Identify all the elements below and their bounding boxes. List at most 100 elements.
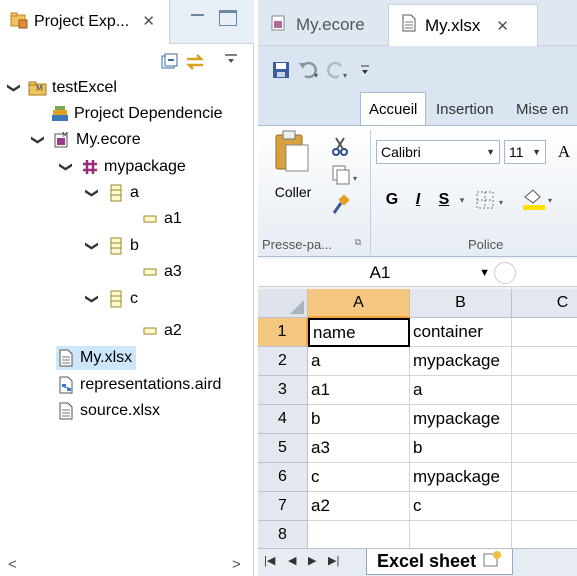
cell-c5[interactable] [512, 434, 577, 463]
tree-item-label: c [130, 290, 138, 307]
cell-a2[interactable]: a [308, 347, 410, 376]
cell-b8[interactable] [410, 521, 512, 550]
cell-a3[interactable]: a1 [308, 376, 410, 405]
ribbon-tab-insertion[interactable]: Insertion [428, 92, 502, 126]
tree-item-representations-aird[interactable]: representations.aird [56, 373, 221, 397]
tree-item-source-xlsx[interactable]: source.xlsx [56, 399, 160, 423]
chevron-down-icon[interactable]: ❯ [84, 185, 100, 201]
cell-b7[interactable]: c [410, 492, 512, 521]
tree-item-attr-a3[interactable]: a3 [140, 260, 182, 284]
tree-item-attr-a2[interactable]: a2 [140, 319, 182, 343]
ribbon-tab-mise-en-page[interactable]: Mise en [508, 92, 577, 126]
column-header-c[interactable]: C [512, 289, 577, 318]
dialog-launcher-icon[interactable]: ⧉ [352, 236, 364, 248]
tree-item-mypackage[interactable]: ❯ mypackage [58, 155, 186, 179]
close-icon[interactable]: ✕ [142, 12, 155, 30]
collapse-all-icon[interactable] [160, 52, 180, 72]
maximize-button[interactable] [219, 10, 237, 26]
copy-icon[interactable]: ▾ [328, 164, 364, 186]
chevron-down-icon[interactable]: ❯ [6, 80, 22, 96]
cell-c3[interactable] [512, 376, 577, 405]
tree-item-class-a[interactable]: ❯ a [84, 181, 139, 205]
link-with-editor-icon[interactable] [184, 52, 205, 72]
column-header-b[interactable]: B [410, 289, 512, 318]
tree-item-class-c[interactable]: ❯ c [84, 287, 138, 311]
horizontal-scrollbar[interactable]: < > [0, 554, 254, 576]
select-all-button[interactable] [258, 289, 308, 318]
row-header[interactable]: 5 [258, 434, 308, 463]
font-name-select[interactable]: Calibri ▼ [376, 140, 500, 164]
cell-a8[interactable] [308, 521, 410, 550]
name-box[interactable]: A1 ▼ [264, 261, 496, 285]
project-explorer-tab[interactable]: Project Exp... ✕ [0, 0, 170, 44]
cell-a6[interactable]: c [308, 463, 410, 492]
cell-c6[interactable] [512, 463, 577, 492]
cell-b1[interactable]: container [410, 318, 512, 347]
paste-icon[interactable] [272, 128, 314, 176]
cell-b2[interactable]: mypackage [410, 347, 512, 376]
close-icon[interactable]: ✕ [496, 17, 509, 35]
scroll-right-icon[interactable]: > [232, 556, 241, 573]
cell-c7[interactable] [512, 492, 577, 521]
cell-a4[interactable]: b [308, 405, 410, 434]
chevron-down-icon[interactable]: ❯ [58, 159, 74, 175]
cut-icon[interactable] [328, 136, 352, 158]
formula-bar-handle[interactable] [494, 262, 516, 284]
chevron-down-icon[interactable]: ▾ [456, 188, 468, 212]
column-header-a[interactable]: A [308, 289, 410, 318]
row-header[interactable]: 7 [258, 492, 308, 521]
tree-item-my-xlsx[interactable]: My.xlsx [56, 346, 137, 370]
prev-sheet-icon[interactable]: ◀ [288, 554, 296, 567]
chevron-down-icon[interactable]: ❯ [84, 238, 100, 254]
editor-tab-my-xlsx[interactable]: My.xlsx ✕ [388, 4, 538, 46]
customize-toolbar-icon[interactable] [352, 58, 378, 82]
row-header[interactable]: 6 [258, 463, 308, 492]
tree-item-testexcel[interactable]: ❯ M testExcel [6, 76, 117, 100]
font-size-select[interactable]: 11 ▼ [504, 140, 546, 164]
cell-c2[interactable] [512, 347, 577, 376]
row-header[interactable]: 8 [258, 521, 308, 550]
tree-item-label: a1 [164, 210, 182, 227]
italic-button[interactable]: I [408, 188, 428, 212]
grow-font-icon[interactable]: A [552, 140, 576, 164]
tree-item-project-dependencies[interactable]: Project Dependencie [50, 102, 223, 126]
cell-b5[interactable]: b [410, 434, 512, 463]
underline-button[interactable]: S [434, 188, 454, 212]
first-sheet-icon[interactable]: |◀ [264, 554, 275, 567]
redo-icon[interactable]: ▾ [324, 58, 350, 82]
cell-a7[interactable]: a2 [308, 492, 410, 521]
editor-tab-my-ecore[interactable]: My.ecore [258, 4, 388, 46]
borders-icon[interactable]: ▾ [474, 188, 510, 212]
scroll-left-icon[interactable]: < [8, 556, 17, 573]
row-header[interactable]: 1 [258, 318, 308, 347]
last-sheet-icon[interactable]: ▶| [328, 554, 339, 567]
tree-item-attr-a1[interactable]: a1 [140, 207, 182, 231]
bold-button[interactable]: G [382, 188, 402, 212]
view-menu-icon[interactable] [224, 52, 244, 72]
sheet-tab-excel-sheet[interactable]: Excel sheet [366, 549, 514, 575]
format-painter-icon[interactable] [328, 194, 352, 216]
minimize-button[interactable] [189, 10, 207, 26]
row-header[interactable]: 2 [258, 347, 308, 376]
cell-b6[interactable]: mypackage [410, 463, 512, 492]
tree-item-my-ecore[interactable]: ❯ M My.ecore [30, 128, 141, 152]
save-icon[interactable] [268, 58, 294, 82]
cell-a1[interactable]: name [308, 318, 410, 347]
tree-item-class-b[interactable]: ❯ b [84, 234, 139, 258]
next-sheet-icon[interactable]: ▶ [308, 554, 316, 567]
cell-b3[interactable]: a [410, 376, 512, 405]
row-header[interactable]: 4 [258, 405, 308, 434]
chevron-down-icon[interactable]: ❯ [30, 132, 46, 148]
fill-color-icon[interactable]: ▾ [520, 186, 560, 212]
ribbon-tab-accueil[interactable]: Accueil [360, 92, 427, 126]
cell-c8[interactable] [512, 521, 577, 550]
row-header[interactable]: 3 [258, 376, 308, 405]
cell-c4[interactable] [512, 405, 577, 434]
paste-button[interactable]: Coller [266, 182, 320, 202]
new-sheet-icon[interactable] [482, 550, 502, 573]
cell-a5[interactable]: a3 [308, 434, 410, 463]
cell-b4[interactable]: mypackage [410, 405, 512, 434]
undo-icon[interactable]: ▾ [296, 58, 322, 82]
chevron-down-icon[interactable]: ❯ [84, 291, 100, 307]
cell-c1[interactable] [512, 318, 577, 347]
